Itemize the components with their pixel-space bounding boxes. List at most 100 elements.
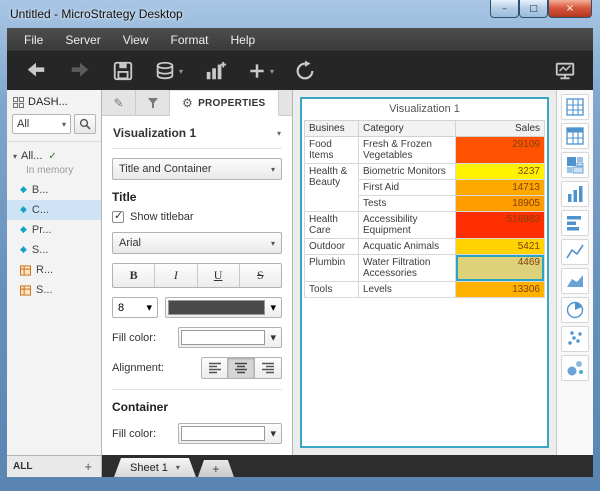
gallery-crosstab-button[interactable] xyxy=(561,123,589,149)
align-right-button[interactable] xyxy=(255,357,282,379)
save-button[interactable] xyxy=(109,57,137,85)
grid-cell-category[interactable]: Water Filtration Accessories xyxy=(359,255,456,282)
gallery-line-chart-button[interactable] xyxy=(561,239,589,265)
add-sheet-button[interactable]: + xyxy=(198,460,234,477)
gear-icon: ⚙ xyxy=(182,96,193,110)
grid-cell-sales[interactable]: 14713 xyxy=(456,180,545,196)
fill-color-swatch xyxy=(181,426,265,441)
menu-help[interactable]: Help xyxy=(220,28,267,52)
grid-cell-sales[interactable]: 29109 xyxy=(456,137,545,164)
underline-button[interactable]: U xyxy=(198,264,240,287)
sheet-tab[interactable]: Sheet 1 ▾ xyxy=(114,458,196,477)
column-header-business[interactable]: Busines xyxy=(305,121,359,137)
gallery-heatmap-button[interactable] xyxy=(561,152,589,178)
maximize-button[interactable]: □ xyxy=(519,0,548,18)
visualization-container[interactable]: Visualization 1 Busines Category Sales xyxy=(300,97,549,448)
grid-cell-sales[interactable]: 13306 xyxy=(456,282,545,298)
bold-button[interactable]: B xyxy=(113,264,155,287)
title-bar[interactable]: Untitled - MicroStrategy Desktop – □ × xyxy=(0,0,600,28)
insert-button[interactable]: ▾ xyxy=(244,57,277,85)
filter-tab[interactable] xyxy=(136,90,170,115)
presentation-button[interactable] xyxy=(551,57,579,85)
tree-item-report[interactable]: S... xyxy=(7,280,101,300)
close-button[interactable]: × xyxy=(548,0,592,18)
expander-icon[interactable]: ▾ xyxy=(13,152,17,161)
grid-cell-category[interactable]: Tests xyxy=(359,196,456,212)
title-fill-color-select[interactable]: ▾ xyxy=(178,327,282,348)
grid-cell-business[interactable]: Outdoor xyxy=(305,239,359,255)
align-center-button[interactable] xyxy=(228,357,255,379)
strikethrough-button[interactable]: S xyxy=(240,264,281,287)
undo-button[interactable] xyxy=(21,57,51,85)
panel-title: DASH... xyxy=(28,96,68,108)
grid-cell-sales-selected[interactable]: 4469 xyxy=(456,255,545,282)
menu-file[interactable]: File xyxy=(13,28,54,52)
container-fill-color-select[interactable]: ▾ xyxy=(178,423,282,444)
add-visualization-button[interactable] xyxy=(200,57,230,85)
add-layer-button[interactable]: + xyxy=(81,459,95,474)
gallery-bubble-chart-button[interactable] xyxy=(561,355,589,381)
grid-cell-business[interactable]: Health Care xyxy=(305,212,359,239)
tree-item-dataset[interactable]: ◆ S... xyxy=(7,240,101,260)
gallery-bar-chart-button[interactable] xyxy=(561,181,589,207)
tree-item-dataset[interactable]: ◆ Pr... xyxy=(7,220,101,240)
menu-server[interactable]: Server xyxy=(54,28,111,52)
align-left-button[interactable] xyxy=(201,357,228,379)
gallery-grid-button[interactable] xyxy=(561,94,589,120)
italic-button[interactable]: I xyxy=(155,264,197,287)
tree-item-dataset[interactable]: ◆ C... xyxy=(7,200,101,220)
grid-cell-business[interactable]: Food Items xyxy=(305,137,359,164)
dataset-filter-select[interactable]: All ▾ xyxy=(12,114,71,134)
column-header-category[interactable]: Category xyxy=(359,121,456,137)
gallery-scatter-plot-button[interactable] xyxy=(561,326,589,352)
check-icon: ✓ xyxy=(114,209,123,222)
grid-cell-category[interactable]: First Aid xyxy=(359,180,456,196)
show-titlebar-checkbox[interactable]: ✓ xyxy=(112,211,124,223)
search-button[interactable] xyxy=(74,114,96,134)
grid-row: Plumbin Water Filtration Accessories 446… xyxy=(305,255,545,282)
grid-cell-category[interactable]: Acquatic Animals xyxy=(359,239,456,255)
grid-cell-category[interactable]: Fresh & Frozen Vegetables xyxy=(359,137,456,164)
font-size-select[interactable]: 8 ▾ xyxy=(112,297,158,318)
grid-cell-sales[interactable]: 5421 xyxy=(456,239,545,255)
tree-item-report[interactable]: R... xyxy=(7,260,101,280)
grid-cell-category[interactable]: Accessibility Equipment xyxy=(359,212,456,239)
in-memory-label: In memory xyxy=(7,164,101,180)
horizontal-bar-icon xyxy=(565,213,585,233)
scatter-plot-icon xyxy=(565,329,585,349)
redo-button[interactable] xyxy=(65,57,95,85)
pie-chart-icon xyxy=(565,300,585,320)
font-color-select[interactable]: ▾ xyxy=(165,297,282,318)
tree-item-dataset[interactable]: ◆ B... xyxy=(7,180,101,200)
grid-cell-sales[interactable]: 516983 xyxy=(456,212,545,239)
grid-cell-business[interactable]: Plumbin xyxy=(305,255,359,282)
search-icon xyxy=(79,118,91,130)
alignment-row: Alignment: xyxy=(112,357,282,379)
grid-cell-business[interactable]: Health & Beauty xyxy=(305,164,359,212)
gallery-horizontal-bar-button[interactable] xyxy=(561,210,589,236)
minimize-button[interactable]: – xyxy=(490,0,519,18)
caret-down-icon: ▾ xyxy=(271,239,275,248)
edit-tab[interactable]: ✎ xyxy=(102,90,136,115)
caret-down-icon: ▾ xyxy=(270,301,276,314)
report-icon xyxy=(20,265,31,276)
menu-format[interactable]: Format xyxy=(159,28,219,52)
column-header-sales[interactable]: Sales xyxy=(456,121,545,137)
menu-view[interactable]: View xyxy=(112,28,160,52)
visualization-selector[interactable]: Visualization 1 ▾ xyxy=(112,124,282,149)
datasets-button[interactable]: ▾ xyxy=(151,57,186,85)
tree-root-all[interactable]: ▾ All... ✓ xyxy=(7,148,101,164)
grid-cell-sales[interactable]: 3237 xyxy=(456,164,545,180)
grid-cell-sales[interactable]: 18905 xyxy=(456,196,545,212)
refresh-button[interactable] xyxy=(291,57,319,85)
grid-table: Busines Category Sales Food Items Fresh … xyxy=(304,120,545,298)
grid-cell-business[interactable]: Tools xyxy=(305,282,359,298)
gallery-area-chart-button[interactable] xyxy=(561,268,589,294)
grid-cell-category[interactable]: Biometric Monitors xyxy=(359,164,456,180)
properties-tab[interactable]: ⚙ PROPERTIES xyxy=(170,91,279,116)
target-selector[interactable]: Title and Container ▾ xyxy=(112,158,282,180)
grid-cell-category[interactable]: Levels xyxy=(359,282,456,298)
font-family-select[interactable]: Arial ▾ xyxy=(112,232,282,254)
datasets-panel-top: DASH... All ▾ ▾ All... ✓ xyxy=(7,90,101,455)
gallery-pie-chart-button[interactable] xyxy=(561,297,589,323)
